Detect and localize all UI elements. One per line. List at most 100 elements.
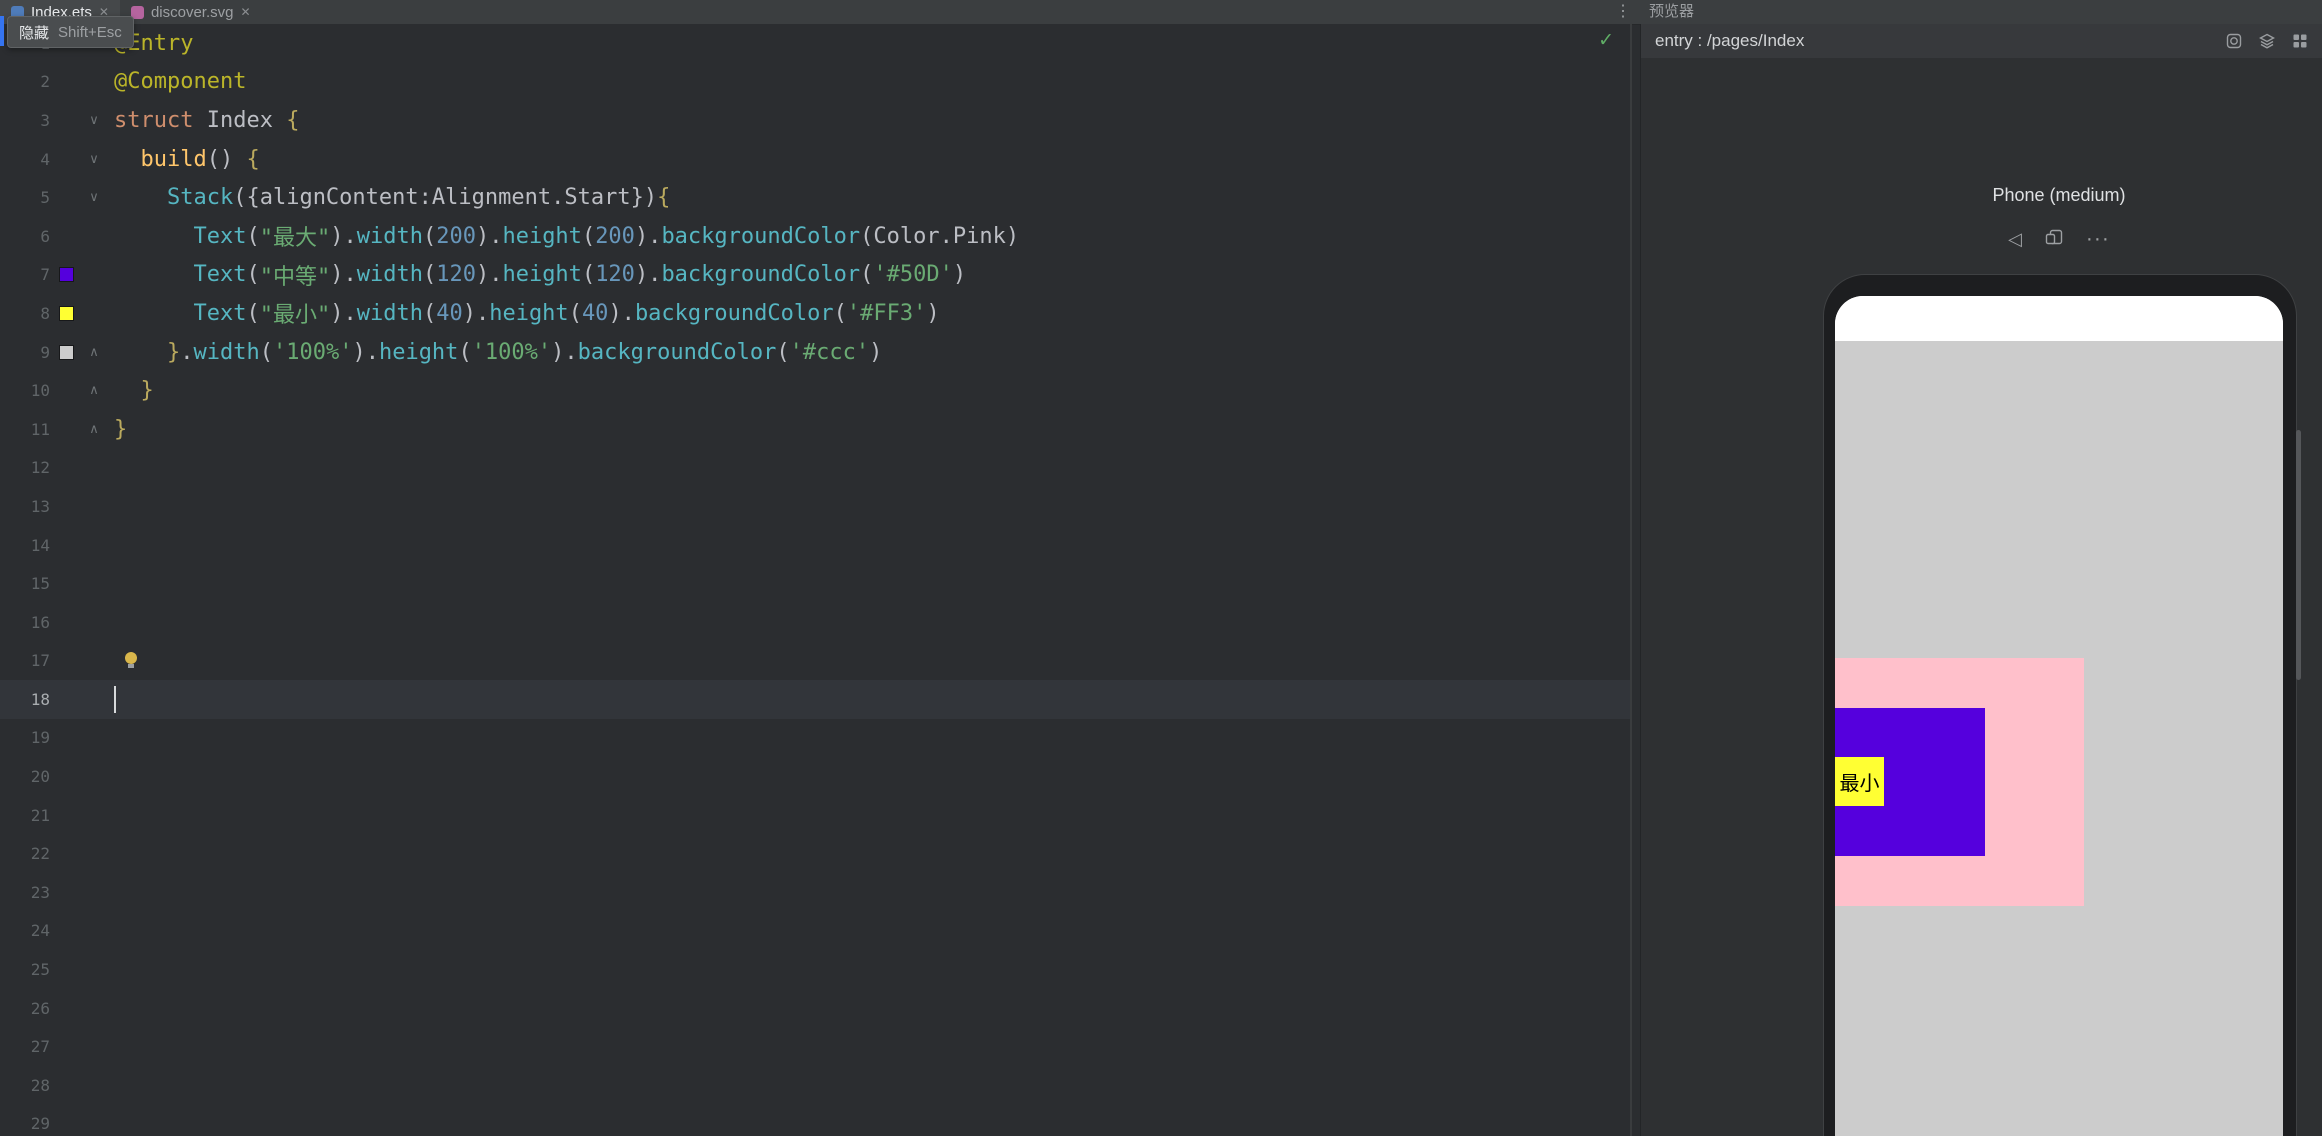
line-number: 17 <box>0 651 50 670</box>
line-number: 2 <box>0 72 50 91</box>
code-text[interactable]: struct Index { <box>106 101 1630 140</box>
code-text[interactable] <box>106 912 1630 951</box>
grid-icon[interactable] <box>2291 32 2309 50</box>
tab-discover-svg[interactable]: discover.svg ✕ <box>120 0 262 24</box>
code-text[interactable] <box>106 873 1630 912</box>
fold-marker-icon[interactable]: ∧ <box>82 422 106 437</box>
code-text[interactable]: } <box>106 371 1630 410</box>
code-line[interactable]: 5∨ Stack({alignContent:Alignment.Start})… <box>0 178 1630 217</box>
code-text[interactable]: } <box>106 410 1630 449</box>
code-text[interactable] <box>106 642 1630 681</box>
code-text[interactable] <box>106 1027 1630 1066</box>
editor-rows: 1@Entry 2 @Component3∨struct Index { 4 ∨ bui… <box>0 24 1630 1136</box>
code-line[interactable]: 12 <box>0 449 1630 488</box>
code-line[interactable]: 27 <box>0 1027 1630 1066</box>
color-swatch-icon[interactable] <box>60 268 73 281</box>
kebab-menu-icon[interactable]: ⋮ <box>1612 0 1634 24</box>
stack-container: 最小 <box>1835 341 2283 1136</box>
close-icon[interactable]: ✕ <box>240 5 250 19</box>
line-number: 26 <box>0 999 50 1018</box>
code-line[interactable]: 19 <box>0 719 1630 758</box>
code-text[interactable] <box>106 1105 1630 1136</box>
code-text[interactable] <box>106 757 1630 796</box>
code-text[interactable]: Stack({alignContent:Alignment.Start}){ <box>106 178 1630 217</box>
fold-marker-icon[interactable]: ∨ <box>82 152 106 167</box>
code-line[interactable]: 25 <box>0 950 1630 989</box>
code-line[interactable]: 7 Text("中等").width(120).height(120).back… <box>0 256 1630 295</box>
code-text[interactable] <box>106 834 1630 873</box>
code-token: 40 <box>436 301 463 326</box>
code-text[interactable]: }.width('100%').height('100%').backgroun… <box>106 333 1630 372</box>
inspect-icon[interactable] <box>2225 32 2243 50</box>
code-line[interactable]: 17 <box>0 642 1630 681</box>
code-text[interactable]: build() { <box>106 140 1630 179</box>
code-token: '#50D' <box>873 262 952 287</box>
line-number: 24 <box>0 921 50 940</box>
code-token: ({alignContent:Alignment.Start}) <box>233 185 657 210</box>
line-number: 16 <box>0 613 50 632</box>
code-line[interactable]: 2 @Component <box>0 63 1630 102</box>
line-number: 4 <box>0 150 50 169</box>
layers-icon[interactable] <box>2258 32 2276 50</box>
code-editor[interactable]: 1@Entry 2 @Component3∨struct Index { 4 ∨ bui… <box>0 24 1630 1136</box>
code-text[interactable] <box>106 1066 1630 1105</box>
code-line[interactable]: 23 <box>0 873 1630 912</box>
code-text[interactable] <box>106 487 1630 526</box>
code-text[interactable] <box>106 950 1630 989</box>
code-text[interactable] <box>106 526 1630 565</box>
fold-marker-icon[interactable]: ∨ <box>82 113 106 128</box>
code-line[interactable]: 14 <box>0 526 1630 565</box>
line-number: 19 <box>0 728 50 747</box>
code-line[interactable]: 15 <box>0 564 1630 603</box>
editor-panel-splitter[interactable] <box>1630 24 1632 1136</box>
code-text[interactable]: Text("中等").width(120).height(120).backgr… <box>106 256 1630 295</box>
code-line[interactable]: 8 Text("最小").width(40).height(40).backgr… <box>0 294 1630 333</box>
fold-marker-icon[interactable]: ∨ <box>82 190 106 205</box>
code-text[interactable] <box>106 564 1630 603</box>
more-icon[interactable]: ··· <box>2086 230 2110 248</box>
code-line[interactable]: 11∧} <box>0 410 1630 449</box>
code-line[interactable]: 29 <box>0 1105 1630 1136</box>
code-line[interactable]: 18 <box>0 680 1630 719</box>
color-swatch-icon[interactable] <box>60 307 73 320</box>
back-triangle-icon[interactable]: ◁ <box>2008 230 2022 248</box>
code-text[interactable] <box>106 680 1630 719</box>
code-token: ). <box>635 224 662 249</box>
code-token: ( <box>776 340 789 365</box>
phone-screen[interactable]: 最小 <box>1835 296 2283 1136</box>
code-line[interactable]: 20 <box>0 757 1630 796</box>
code-text[interactable] <box>106 796 1630 835</box>
code-line[interactable]: 24 <box>0 912 1630 951</box>
fold-marker-icon[interactable]: ∧ <box>82 345 106 360</box>
code-token: height <box>502 224 581 249</box>
code-line[interactable]: 21 <box>0 796 1630 835</box>
color-swatch-icon[interactable] <box>60 346 73 359</box>
code-token: "中等" <box>260 259 331 291</box>
code-text[interactable]: Text("最小").width(40).height(40).backgrou… <box>106 294 1630 333</box>
code-token: "最小" <box>260 297 331 329</box>
code-text[interactable]: @Component <box>106 63 1630 102</box>
code-token: ) <box>953 262 966 287</box>
code-text[interactable]: @Entry <box>106 24 1630 63</box>
code-line[interactable]: 22 <box>0 834 1630 873</box>
code-text[interactable]: Text("最大").width(200).height(200).backgr… <box>106 217 1630 256</box>
code-line[interactable]: 13 <box>0 487 1630 526</box>
line-number: 29 <box>0 1114 50 1133</box>
code-text[interactable] <box>106 989 1630 1028</box>
inspections-ok-icon[interactable]: ✓ <box>1598 29 1614 52</box>
frame-icon[interactable] <box>2044 228 2064 249</box>
fold-marker-icon[interactable]: ∧ <box>82 383 106 398</box>
code-line[interactable]: 16 <box>0 603 1630 642</box>
code-line[interactable]: 3∨struct Index { <box>0 101 1630 140</box>
code-text[interactable] <box>106 449 1630 488</box>
code-line[interactable]: 26 <box>0 989 1630 1028</box>
code-line[interactable]: 4 ∨ build() { <box>0 140 1630 179</box>
code-line[interactable]: 9∧ }.width('100%').height('100%').backgr… <box>0 333 1630 372</box>
code-line[interactable]: 28 <box>0 1066 1630 1105</box>
lightbulb-icon[interactable] <box>124 652 139 669</box>
code-text[interactable] <box>106 603 1630 642</box>
code-line[interactable]: 1@Entry <box>0 24 1630 63</box>
code-line[interactable]: 10∧ } <box>0 371 1630 410</box>
code-line[interactable]: 6 Text("最大").width(200).height(200).back… <box>0 217 1630 256</box>
code-text[interactable] <box>106 719 1630 758</box>
